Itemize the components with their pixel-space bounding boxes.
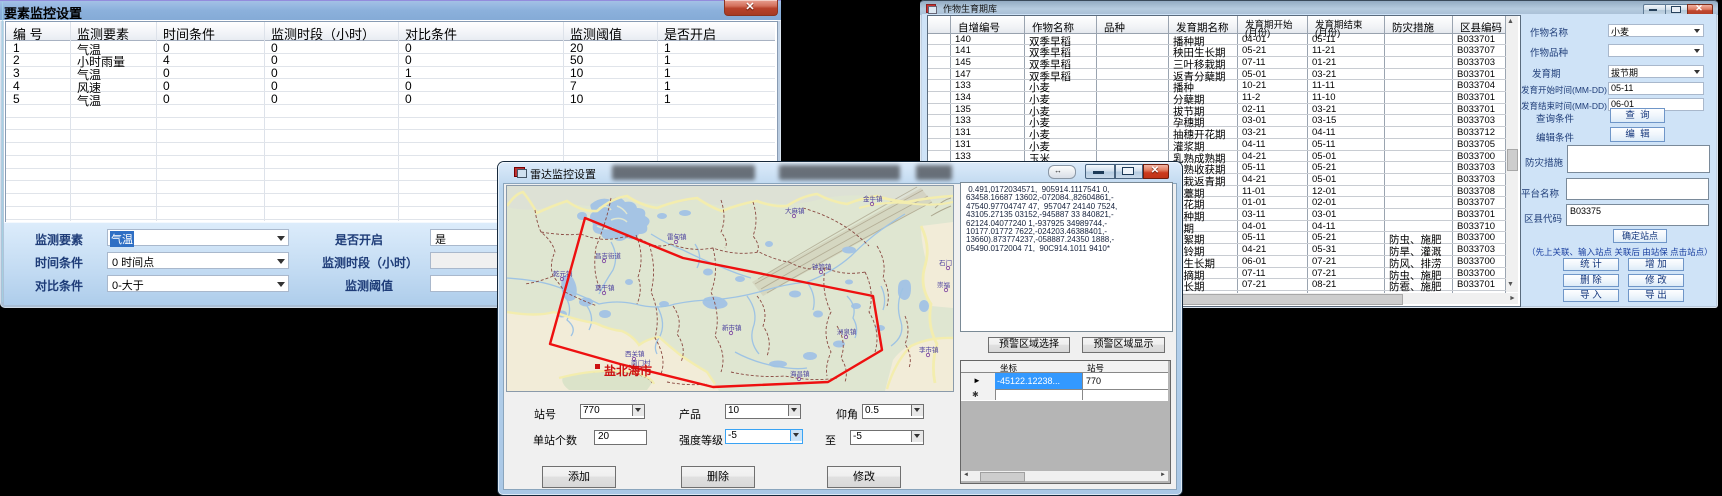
- svg-text:李市镇: 李市镇: [919, 345, 939, 354]
- svg-text:海昌镇: 海昌镇: [790, 369, 810, 378]
- svg-text:新市镇: 新市镇: [722, 323, 742, 332]
- svg-text:石门: 石门: [939, 258, 952, 267]
- svg-text:大麻镇: 大麻镇: [785, 206, 805, 215]
- svg-text:雷甸镇: 雷甸镇: [667, 232, 687, 241]
- svg-text:钟管镇: 钟管镇: [812, 262, 832, 271]
- svg-text:金牛镇: 金牛镇: [863, 194, 883, 203]
- svg-text:洲泉镇: 洲泉镇: [837, 327, 857, 336]
- svg-text:莫干镇: 莫干镇: [595, 283, 615, 292]
- svg-text:西关镇: 西关镇: [625, 349, 645, 358]
- svg-text:崇福: 崇福: [937, 280, 951, 289]
- svg-text:盐北海市: 盐北海市: [604, 363, 652, 378]
- svg-text:昌吉街道: 昌吉街道: [595, 251, 622, 260]
